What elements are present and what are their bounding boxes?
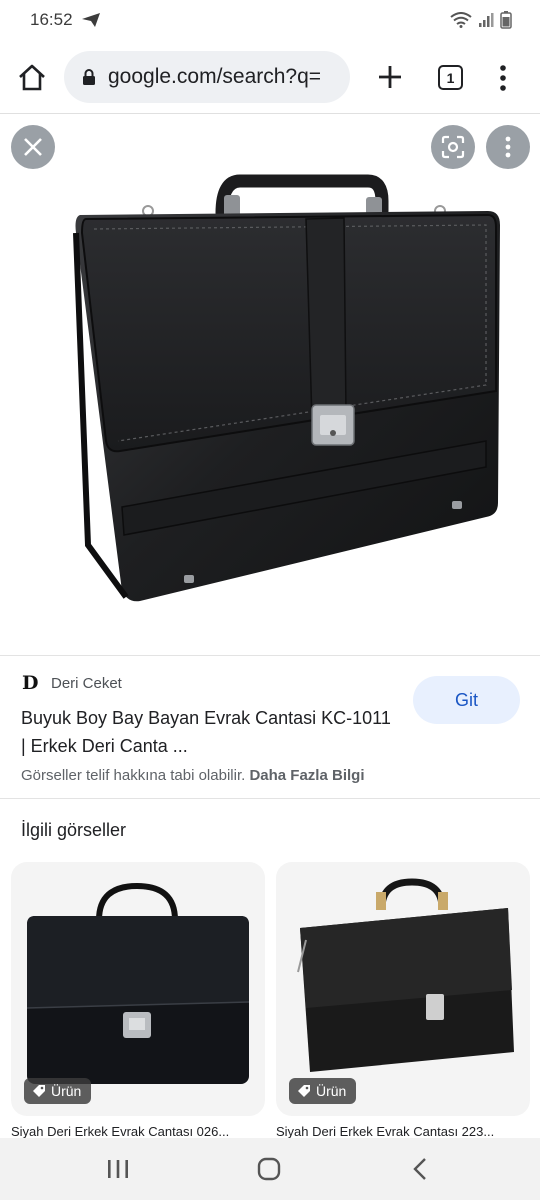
briefcase-image <box>73 174 500 602</box>
lock-icon <box>83 69 95 85</box>
result-source[interactable]: D Deri Ceket <box>22 672 122 694</box>
related-image-card[interactable]: Ürün <box>276 862 530 1116</box>
system-nav-bar <box>0 1138 540 1200</box>
status-icons <box>450 11 512 29</box>
more-vert-icon[interactable] <box>496 64 510 92</box>
related-image-card[interactable]: Ürün <box>11 862 265 1116</box>
image-viewer[interactable] <box>0 115 540 655</box>
visit-button[interactable]: Git <box>413 676 520 724</box>
lens-icon <box>441 135 465 159</box>
image-more-button[interactable] <box>486 125 530 169</box>
product-badge: Ürün <box>24 1078 92 1104</box>
status-bar: 16:52 <box>0 0 540 40</box>
telegram-send-icon <box>81 13 100 27</box>
related-image-caption[interactable]: Siyah Deri Erkek Evrak Cantası 026... <box>11 1124 261 1139</box>
source-logo: D <box>22 672 39 694</box>
browser-toolbar: google.com/search?q= 1 <box>0 40 540 114</box>
plus-icon[interactable] <box>376 63 404 91</box>
home-icon[interactable] <box>16 62 48 94</box>
tab-count: 1 <box>446 69 455 86</box>
badge-label: Ürün <box>316 1083 347 1099</box>
tag-icon <box>33 1085 45 1097</box>
wifi-icon <box>450 12 472 28</box>
related-images-heading: İlgili görseller <box>21 820 127 840</box>
badge-label: Ürün <box>51 1083 82 1099</box>
recents-icon[interactable] <box>106 1158 130 1180</box>
more-info-link[interactable]: Daha Fazla Bilgi <box>249 767 364 784</box>
close-icon <box>24 138 42 156</box>
divider <box>0 798 540 799</box>
lens-button[interactable] <box>431 125 475 169</box>
product-badge: Ürün <box>289 1078 357 1104</box>
home-circle-icon[interactable] <box>256 1156 282 1182</box>
battery-icon <box>500 11 512 29</box>
more-vert-icon <box>505 136 511 158</box>
source-name[interactable]: Deri Ceket <box>51 675 122 692</box>
related-image-caption[interactable]: Siyah Deri Erkek Evrak Cantası 223... <box>276 1124 526 1139</box>
address-bar[interactable]: google.com/search?q= <box>64 51 350 103</box>
copyright-text: Görseller telif hakkına tabi olabilir. <box>21 767 246 784</box>
url-text[interactable]: google.com/search?q= <box>108 65 321 89</box>
result-title[interactable]: Buyuk Boy Bay Bayan Evrak Cantasi KC-101… <box>21 704 391 760</box>
status-time: 16:52 <box>30 10 73 29</box>
close-button[interactable] <box>11 125 55 169</box>
copyright-notice: Görseller telif hakkına tabi olabilir. D… <box>21 767 364 784</box>
back-icon[interactable] <box>410 1156 430 1182</box>
divider <box>0 655 540 656</box>
tab-switcher-button[interactable]: 1 <box>438 65 463 90</box>
signal-icon <box>479 13 494 27</box>
tag-icon <box>298 1085 310 1097</box>
